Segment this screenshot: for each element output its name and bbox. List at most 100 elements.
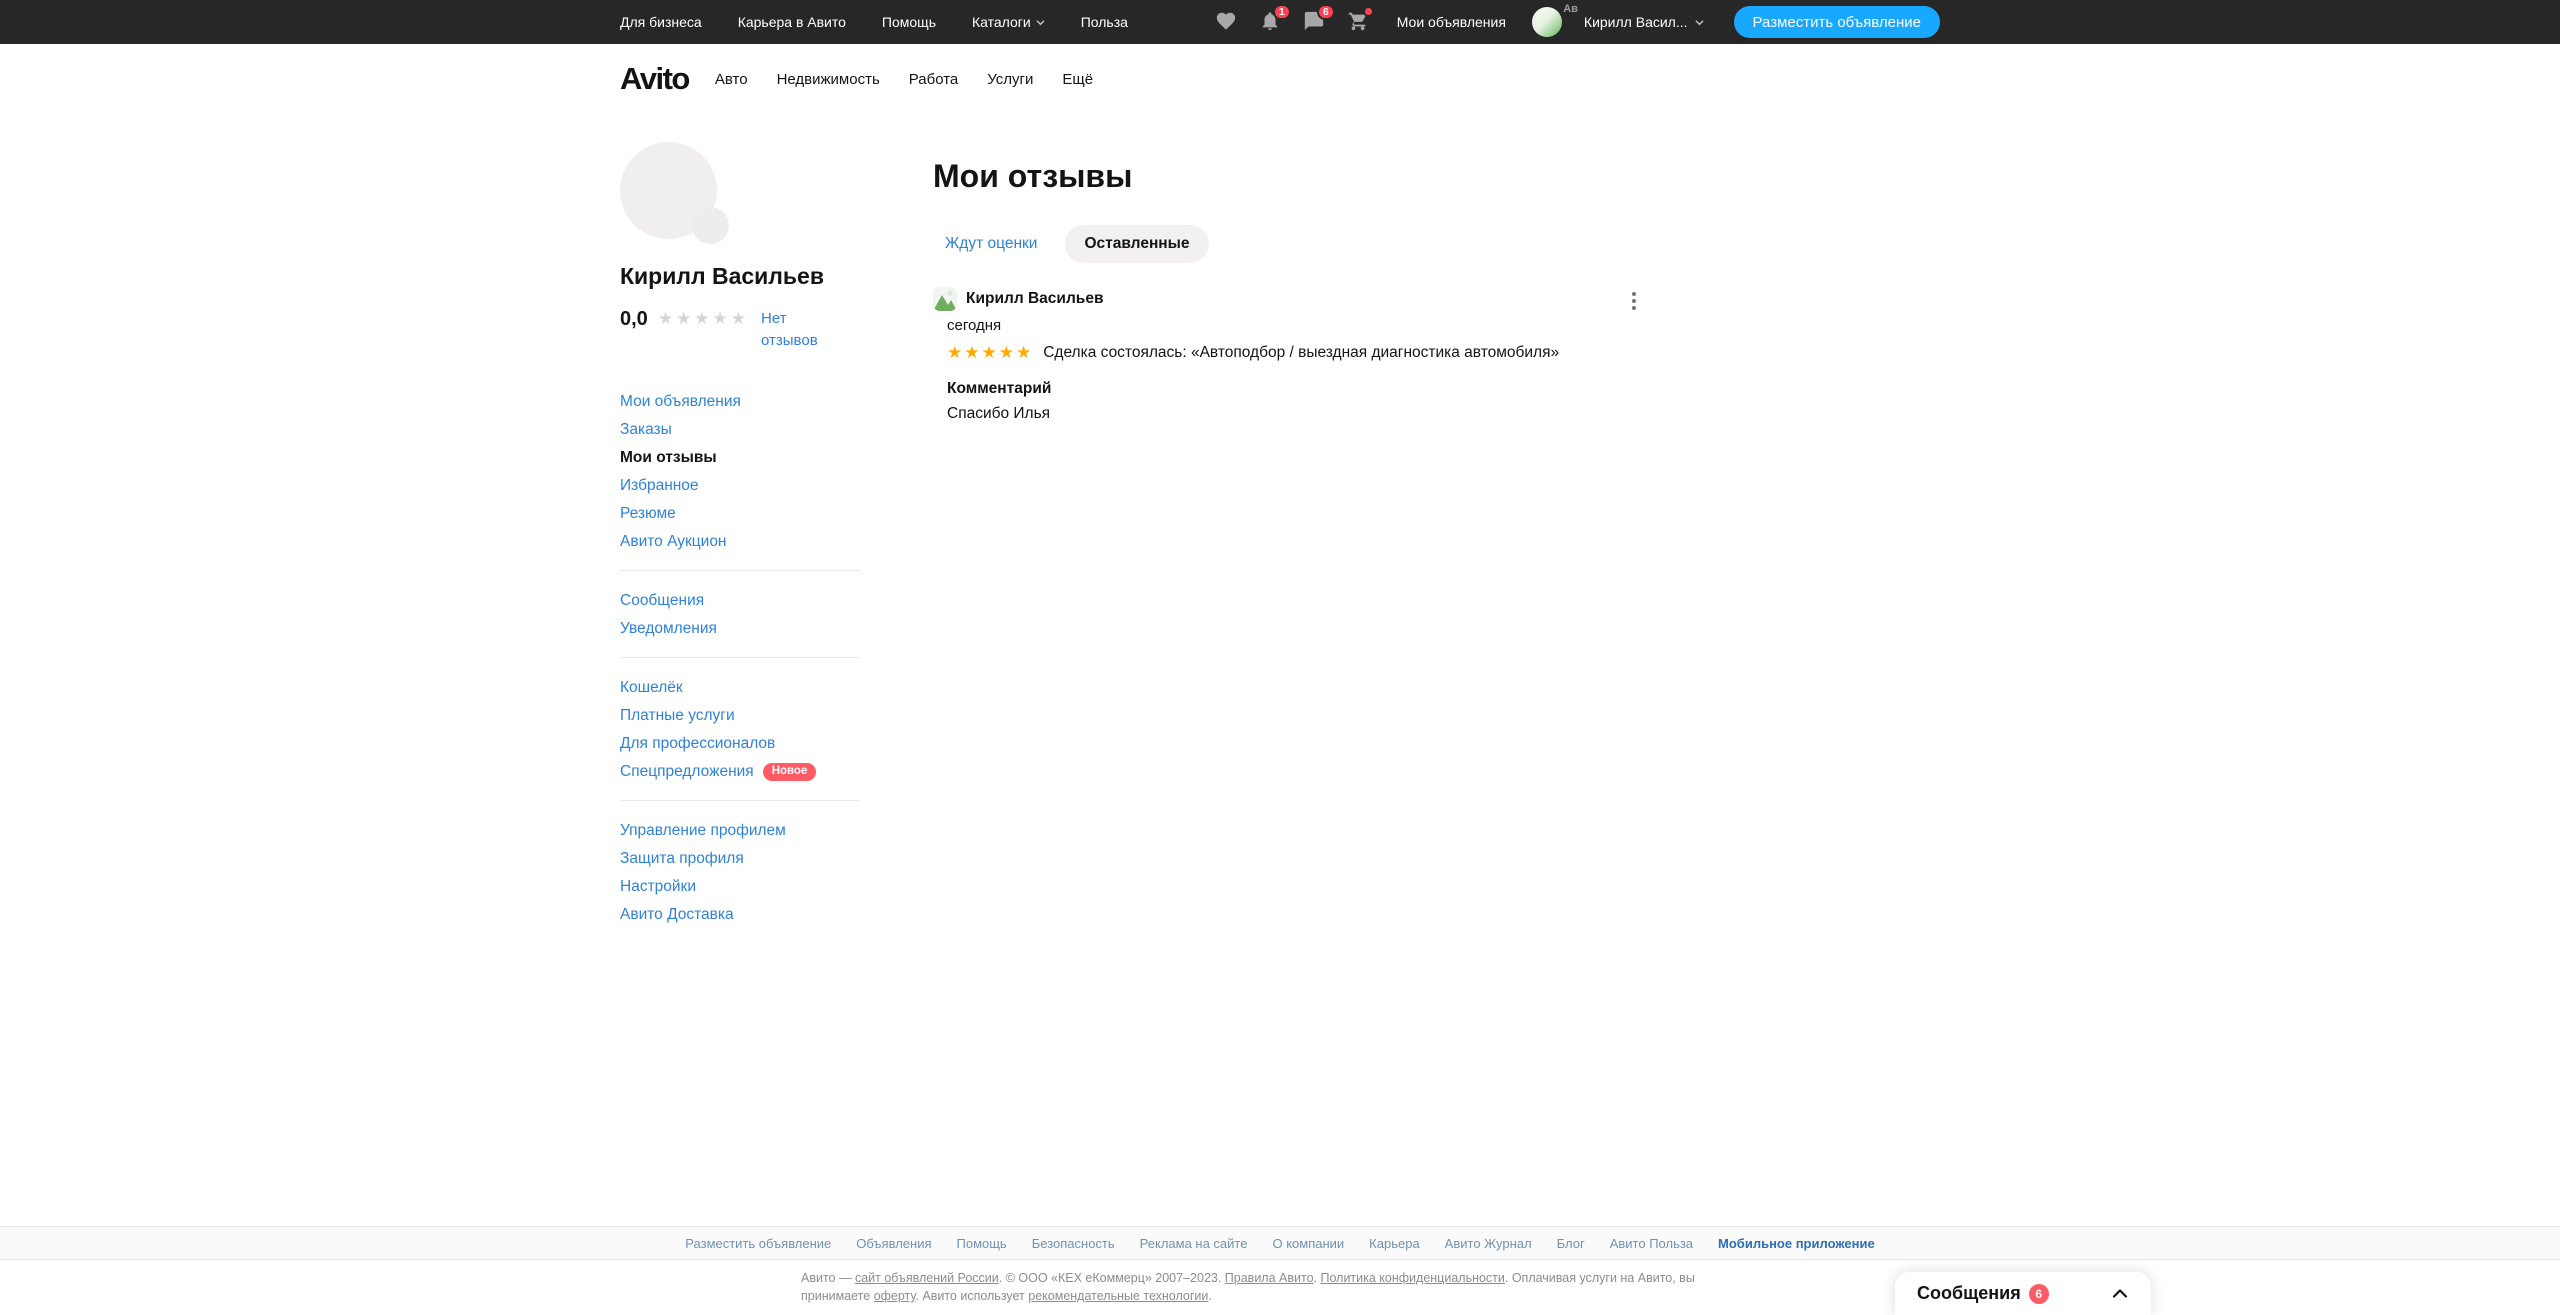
cart-badge-dot	[1362, 6, 1374, 17]
sidebar-item-auction[interactable]: Авито Аукцион	[620, 528, 860, 556]
profile-sidebar: Кирилл Васильев 0,0 ★★★★★ Нет отзывов Мо…	[620, 142, 860, 943]
top-link-catalogs[interactable]: Каталоги	[972, 14, 1045, 30]
content: Кирилл Васильев 0,0 ★★★★★ Нет отзывов Мо…	[0, 114, 2560, 943]
review-date: сегодня	[947, 317, 1002, 334]
tab-left-reviews[interactable]: Оставленные	[1065, 225, 1209, 263]
sidebar-item-notifications[interactable]: Уведомления	[620, 615, 860, 643]
heart-icon	[1216, 12, 1235, 30]
sidebar-item-paid-services[interactable]: Платные услуги	[620, 702, 860, 730]
my-ads-link[interactable]: Мои объявления	[1397, 14, 1506, 30]
nav-realty[interactable]: Недвижимость	[777, 71, 880, 88]
top-nav: Для бизнеса Карьера в Авито Помощь Катал…	[620, 14, 1128, 30]
legal-link-site-of-russia[interactable]: сайт объявлений России	[855, 1271, 999, 1285]
legal-t6: .	[1208, 1289, 1212, 1303]
sidebar-item-wallet[interactable]: Кошелёк	[620, 674, 860, 702]
profile-name: Кирилл Васильев	[620, 263, 824, 289]
top-link-business[interactable]: Для бизнеса	[620, 14, 702, 30]
legal-link-recommendation-tech[interactable]: рекомендательные технологии	[1028, 1289, 1208, 1303]
category-nav: Авто Недвижимость Работа Услуги Ещё	[715, 71, 1093, 88]
review-deal-row: ★★★★★ Сделка состоялась: «Автоподбор / в…	[947, 343, 1645, 363]
sidebar-item-my-ads[interactable]: Мои объявления	[620, 388, 860, 416]
sidebar-item-delivery[interactable]: Авито Доставка	[620, 901, 860, 929]
rating-stars-empty: ★★★★★	[657, 309, 750, 328]
avito-logo[interactable]: Avito	[620, 61, 690, 97]
messenger-unread-badge: 6	[2028, 1283, 2049, 1304]
nav-more[interactable]: Ещё	[1062, 71, 1093, 88]
footer-link-post-ad[interactable]: Разместить объявление	[685, 1236, 831, 1251]
legal-link-offer[interactable]: оферту	[874, 1289, 916, 1303]
footer-link-safety[interactable]: Безопасность	[1032, 1236, 1115, 1251]
notifications-badge: 1	[1272, 4, 1291, 20]
main-area: Мои отзывы Ждут оценки Оставленные Кирил…	[933, 142, 1940, 423]
top-link-help[interactable]: Помощь	[882, 14, 936, 30]
new-badge: Новое	[762, 763, 817, 781]
top-link-career[interactable]: Карьера в Авито	[738, 14, 846, 30]
review-comment-label: Комментарий	[947, 380, 1052, 397]
footer-link-ads[interactable]: Объявления	[856, 1236, 931, 1251]
footer-link-polza[interactable]: Авито Польза	[1610, 1236, 1693, 1251]
sidebar-item-profile-protection[interactable]: Защита профиля	[620, 845, 860, 873]
footer-link-career[interactable]: Карьера	[1369, 1236, 1420, 1251]
sidebar-item-resume[interactable]: Резюме	[620, 500, 860, 528]
sidebar-item-special-offers-label: Спецпредложения	[620, 763, 754, 780]
cart-button[interactable]	[1347, 6, 1374, 34]
footer-link-mobile-app[interactable]: Мобильное приложение	[1718, 1236, 1875, 1251]
tab-awaiting-rating[interactable]: Ждут оценки	[933, 225, 1049, 263]
post-ad-button[interactable]: Разместить объявление	[1733, 6, 1940, 38]
user-menu[interactable]: Ав Кирилл Васил...	[1531, 3, 1704, 37]
review-comment: Спасибо Илья	[947, 405, 1051, 422]
sidebar-item-messages[interactable]: Сообщения	[620, 587, 860, 615]
sidebar-group-ads: Мои объявления Заказы Мои отзывы Избранн…	[620, 382, 860, 570]
sidebar-item-special-offers[interactable]: Спецпредложения Новое	[620, 758, 860, 786]
footer-link-advertising[interactable]: Реклама на сайте	[1140, 1236, 1248, 1251]
sidebar-item-settings[interactable]: Настройки	[620, 873, 860, 901]
footer-link-about[interactable]: О компании	[1272, 1236, 1344, 1251]
avatar-sub-circle	[692, 207, 729, 244]
review-stars: ★★★★★	[947, 343, 1034, 362]
sidebar-group-comms: Сообщения Уведомления	[620, 570, 860, 657]
sidebar-item-profile-management[interactable]: Управление профилем	[620, 817, 860, 845]
legal-link-privacy[interactable]: Политика конфиденциальности	[1320, 1271, 1504, 1285]
sidebar-item-orders[interactable]: Заказы	[620, 416, 860, 444]
favorites-button[interactable]	[1215, 10, 1239, 34]
top-link-polza[interactable]: Польза	[1081, 14, 1128, 30]
legal-t5: . Авито использует	[915, 1289, 1029, 1303]
footer-link-journal[interactable]: Авито Журнал	[1445, 1236, 1532, 1251]
nav-services[interactable]: Услуги	[987, 71, 1033, 88]
legal-link-rules[interactable]: Правила Авито	[1225, 1271, 1314, 1285]
review-author[interactable]: Кирилл Васильев	[966, 290, 1103, 308]
review-item: Кирилл Васильев сегодня ★★★★★ Сделка сос…	[933, 287, 1645, 423]
footer-legal: Авито — сайт объявлений России. © ООО «К…	[0, 1260, 2560, 1315]
footer-link-blog[interactable]: Блог	[1557, 1236, 1585, 1251]
top-bar: Для бизнеса Карьера в Авито Помощь Катал…	[0, 0, 2560, 44]
notifications-button[interactable]: 1	[1259, 4, 1291, 34]
messenger-widget[interactable]: Сообщения 6	[1895, 1272, 2151, 1315]
nav-jobs[interactable]: Работа	[909, 71, 959, 88]
page-title: Мои отзывы	[933, 158, 1133, 194]
chevron-down-icon	[1036, 18, 1045, 27]
legal-text: Авито — сайт объявлений России. © ООО «К…	[801, 1269, 1759, 1305]
sidebar-group-services: Кошелёк Платные услуги Для профессионало…	[620, 657, 860, 800]
rating-value: 0,0	[620, 308, 648, 330]
messages-button[interactable]: 6	[1303, 4, 1335, 34]
user-name: Кирилл Васил...	[1583, 14, 1688, 30]
sidebar-group-settings: Управление профилем Защита профиля Настр…	[620, 800, 860, 943]
top-link-catalogs-label: Каталоги	[972, 14, 1031, 30]
review-more-button[interactable]	[1623, 289, 1645, 313]
no-reviews-link[interactable]: Нет отзывов	[761, 308, 831, 352]
nav-auto[interactable]: Авто	[715, 71, 748, 88]
sidebar-item-professionals[interactable]: Для профессионалов	[620, 730, 860, 758]
chevron-down-icon	[1694, 18, 1704, 27]
top-bar-right: 1 6 Мои объявления Ав Кирилл Васил... Ра…	[1195, 3, 1940, 38]
legal-t1: Авито —	[801, 1271, 855, 1285]
sub-header: Avito Авто Недвижимость Работа Услуги Ещ…	[0, 44, 2560, 114]
profile-avatar	[620, 142, 729, 244]
avito-my-reviews-page: Для бизнеса Карьера в Авито Помощь Катал…	[0, 0, 2560, 1315]
reviews-tabs: Ждут оценки Оставленные	[933, 225, 1940, 263]
sidebar-item-my-reviews[interactable]: Мои отзывы	[620, 444, 860, 472]
avatar: Ав	[1531, 3, 1578, 37]
review-thumbnail-image	[933, 287, 957, 311]
messages-badge: 6	[1316, 4, 1335, 20]
sidebar-item-favorites[interactable]: Избранное	[620, 472, 860, 500]
footer-link-help[interactable]: Помощь	[957, 1236, 1007, 1251]
